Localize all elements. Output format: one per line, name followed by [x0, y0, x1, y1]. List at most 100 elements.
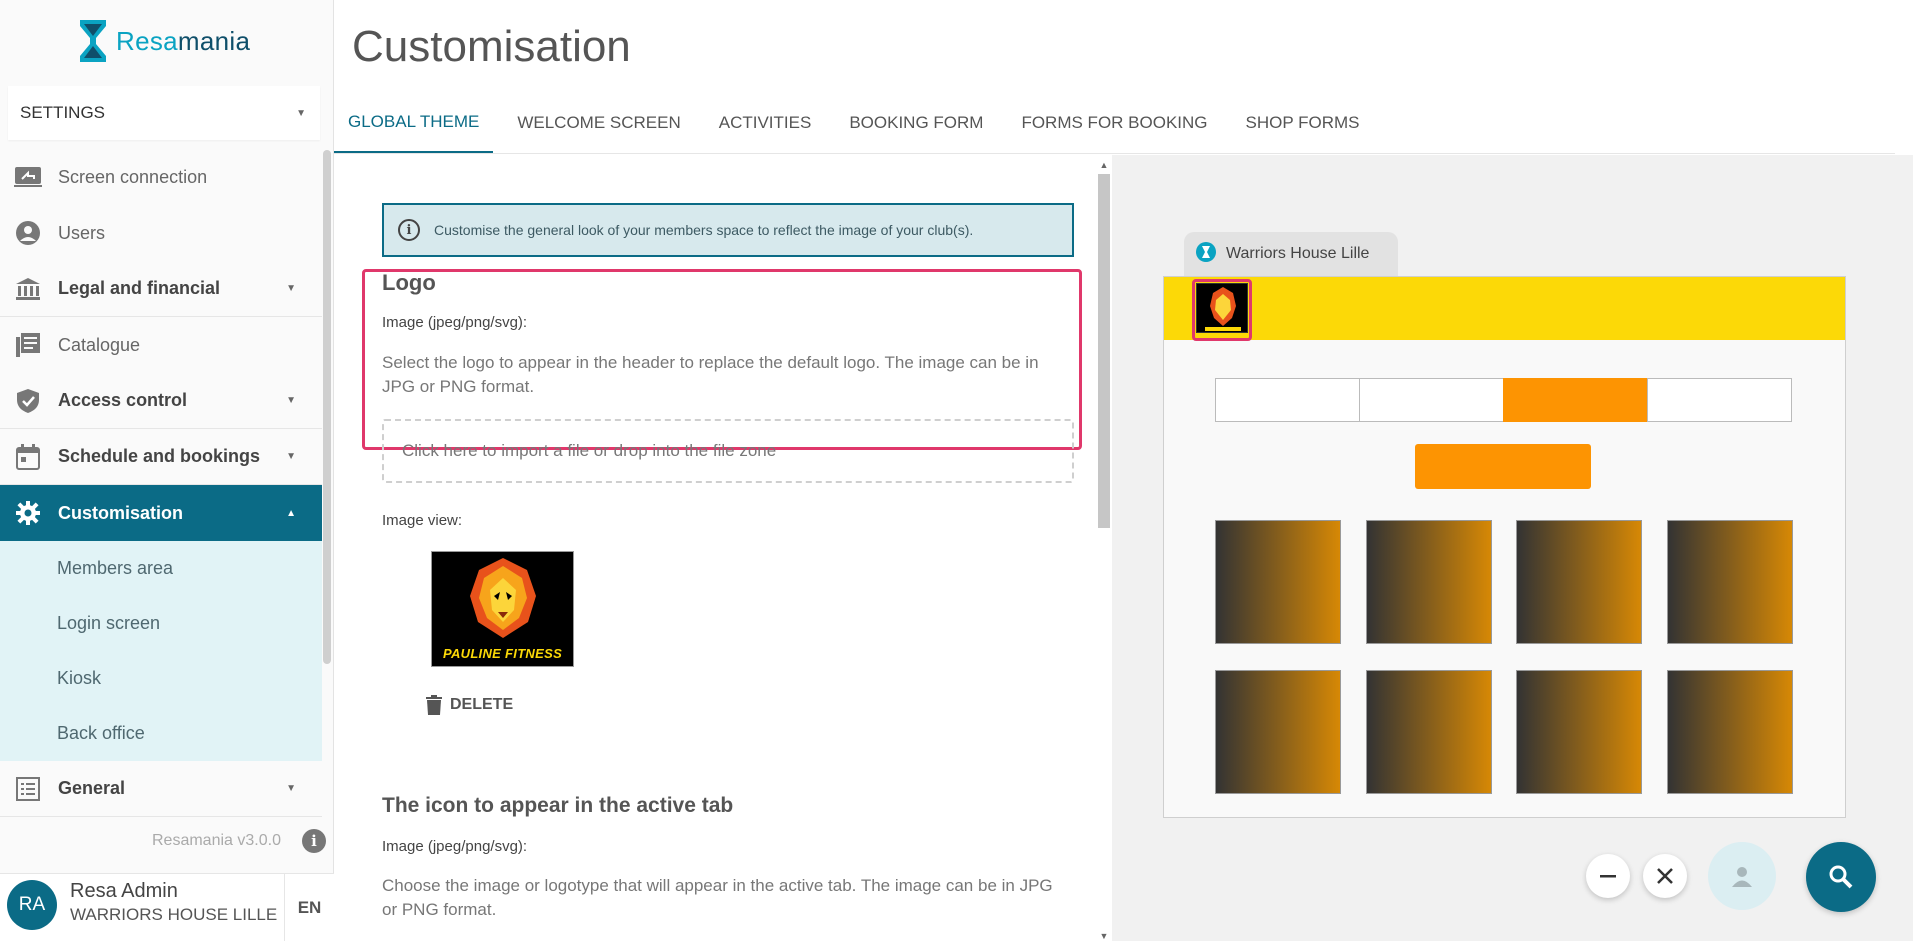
caret-down-icon: ▼ [286, 451, 296, 462]
preview-header [1164, 277, 1845, 340]
tab-icon-image-label: Image (jpeg/png/svg): [382, 838, 528, 855]
profile-button[interactable] [1708, 842, 1776, 910]
user-club: WARRIORS HOUSE LILLE [70, 905, 278, 924]
sidebar-item-access-control[interactable]: Access control ▼ [0, 373, 322, 429]
app-root: Resamania SETTINGS ▼ Screen connection U… [0, 0, 1913, 941]
bank-icon [12, 276, 44, 302]
tab-activities[interactable]: ACTIVITIES [705, 92, 826, 153]
sidebar-item-customisation[interactable]: Customisation ▲ [0, 485, 322, 541]
caret-down-icon: ▼ [286, 283, 296, 294]
highlight-box-preview-logo [1192, 279, 1252, 341]
minus-icon [1600, 875, 1616, 878]
preview-nav-item-active [1503, 378, 1647, 422]
preview-nav-item [1647, 378, 1792, 422]
sidebar-item-label: Customisation [58, 502, 184, 523]
info-banner-text: Customise the general look of your membe… [434, 222, 974, 238]
settings-dropdown[interactable]: SETTINGS ▼ [8, 86, 320, 140]
caret-down-icon: ▼ [286, 395, 296, 406]
caret-down-icon: ▼ [296, 107, 306, 119]
user-name: Resa Admin [70, 880, 178, 902]
preview-card [1667, 670, 1793, 794]
trash-icon [426, 695, 442, 715]
preview-nav-item [1359, 378, 1503, 422]
preview-tab-title: Warriors House Lille [1226, 245, 1370, 262]
tab-booking-form[interactable]: BOOKING FORM [835, 92, 997, 153]
scroll-down-icon[interactable]: ▼ [1097, 931, 1111, 941]
image-view-label: Image view: [382, 512, 463, 529]
sidebar-item-label: Screen connection [58, 166, 208, 187]
tab-shop-forms[interactable]: SHOP FORMS [1232, 92, 1374, 153]
screen-share-icon [12, 164, 44, 190]
caret-down-icon: ▼ [286, 783, 296, 794]
preview-browser-tab: Warriors House Lille [1184, 232, 1398, 276]
calendar-icon [12, 443, 44, 470]
version-label: Resamania v3.0.0 [152, 832, 281, 849]
search-icon [1829, 865, 1853, 889]
sidebar-item-screen-connection[interactable]: Screen connection [0, 149, 322, 205]
page-title: Customisation [352, 22, 631, 71]
info-banner: i Customise the general look of your mem… [382, 203, 1074, 257]
form-scrollbar[interactable]: ▲ ▼ [1097, 160, 1111, 941]
minimize-button[interactable] [1586, 854, 1630, 898]
catalogue-icon [12, 332, 44, 358]
brand-logo[interactable]: Resamania [78, 18, 250, 64]
sidebar: Resamania SETTINGS ▼ Screen connection U… [0, 0, 334, 941]
submenu-item-back-office[interactable]: Back office [0, 706, 322, 761]
preview-card [1667, 520, 1793, 644]
sidebar-menu: Screen connection Users Legal and financ… [0, 149, 322, 817]
logo-caption: PAULINE FITNESS [442, 646, 563, 661]
delete-logo-button[interactable]: DELETE [426, 695, 513, 715]
logo-file-dropzone[interactable]: Click here to import a file or drop into… [382, 419, 1074, 483]
sidebar-item-users[interactable]: Users [0, 205, 322, 261]
info-circle-icon: i [398, 219, 420, 241]
logo-heading: Logo [382, 270, 436, 295]
preview-card [1215, 520, 1341, 644]
sidebar-item-label: Legal and financial [58, 278, 221, 298]
user-circle-icon [12, 220, 44, 246]
sidebar-item-catalogue[interactable]: Catalogue [0, 317, 322, 373]
lion-logo-icon [470, 558, 536, 638]
settings-dropdown-value: SETTINGS [20, 103, 106, 122]
scroll-up-icon[interactable]: ▲ [1097, 160, 1111, 170]
hourglass-logo-icon [80, 20, 106, 62]
logo-description: Select the logo to appear in the header … [382, 353, 1039, 396]
logo-image-label: Image (jpeg/png/svg): [382, 314, 528, 331]
submenu-item-kiosk[interactable]: Kiosk [0, 651, 322, 706]
caret-up-icon: ▲ [286, 507, 296, 519]
avatar[interactable]: RA [7, 880, 57, 930]
shield-check-icon [12, 388, 44, 414]
submenu-item-members-area[interactable]: Members area [0, 541, 322, 596]
preview-nav-item [1215, 378, 1359, 422]
submenu-item-login-screen[interactable]: Login screen [0, 596, 322, 651]
search-button[interactable] [1806, 842, 1876, 912]
sidebar-item-label: Schedule and bookings [58, 446, 261, 466]
brand-word-part1: Resa [116, 25, 178, 56]
tab-icon-heading: The icon to appear in the active tab [382, 794, 734, 817]
theme-preview: Warriors House Lille [1112, 155, 1913, 941]
tab-welcome-screen[interactable]: WELCOME SCREEN [503, 92, 694, 153]
preview-card [1516, 520, 1642, 644]
language-switch[interactable]: EN [284, 874, 334, 941]
tab-favicon-icon [1196, 241, 1216, 267]
sidebar-item-label: Access control [58, 390, 188, 410]
sidebar-item-legal-and-financial[interactable]: Legal and financial ▼ [0, 261, 322, 317]
preview-window [1163, 276, 1846, 818]
tab-global-theme[interactable]: GLOBAL THEME [334, 92, 494, 153]
sidebar-item-general[interactable]: General ▼ [0, 761, 322, 817]
preview-button [1415, 444, 1591, 489]
list-icon [12, 776, 44, 802]
info-icon[interactable]: i [302, 829, 326, 853]
tab-forms-for-booking[interactable]: FORMS FOR BOOKING [1007, 92, 1221, 153]
sidebar-scrollbar[interactable] [323, 150, 331, 664]
preview-nav [1215, 378, 1792, 422]
theme-form: i Customise the general look of your mem… [334, 155, 1094, 941]
gear-icon [12, 500, 44, 526]
delete-label: DELETE [450, 696, 514, 713]
person-icon [1732, 867, 1752, 887]
scroll-thumb[interactable] [1098, 174, 1110, 528]
sidebar-item-schedule-and-bookings[interactable]: Schedule and bookings ▼ [0, 429, 322, 485]
user-bar: RA Resa Admin WARRIORS HOUSE LILLE EN [0, 873, 334, 941]
sidebar-item-label: Users [58, 222, 106, 243]
dropzone-text: Click here to import a file or drop into… [402, 441, 777, 460]
close-button[interactable] [1643, 854, 1687, 898]
